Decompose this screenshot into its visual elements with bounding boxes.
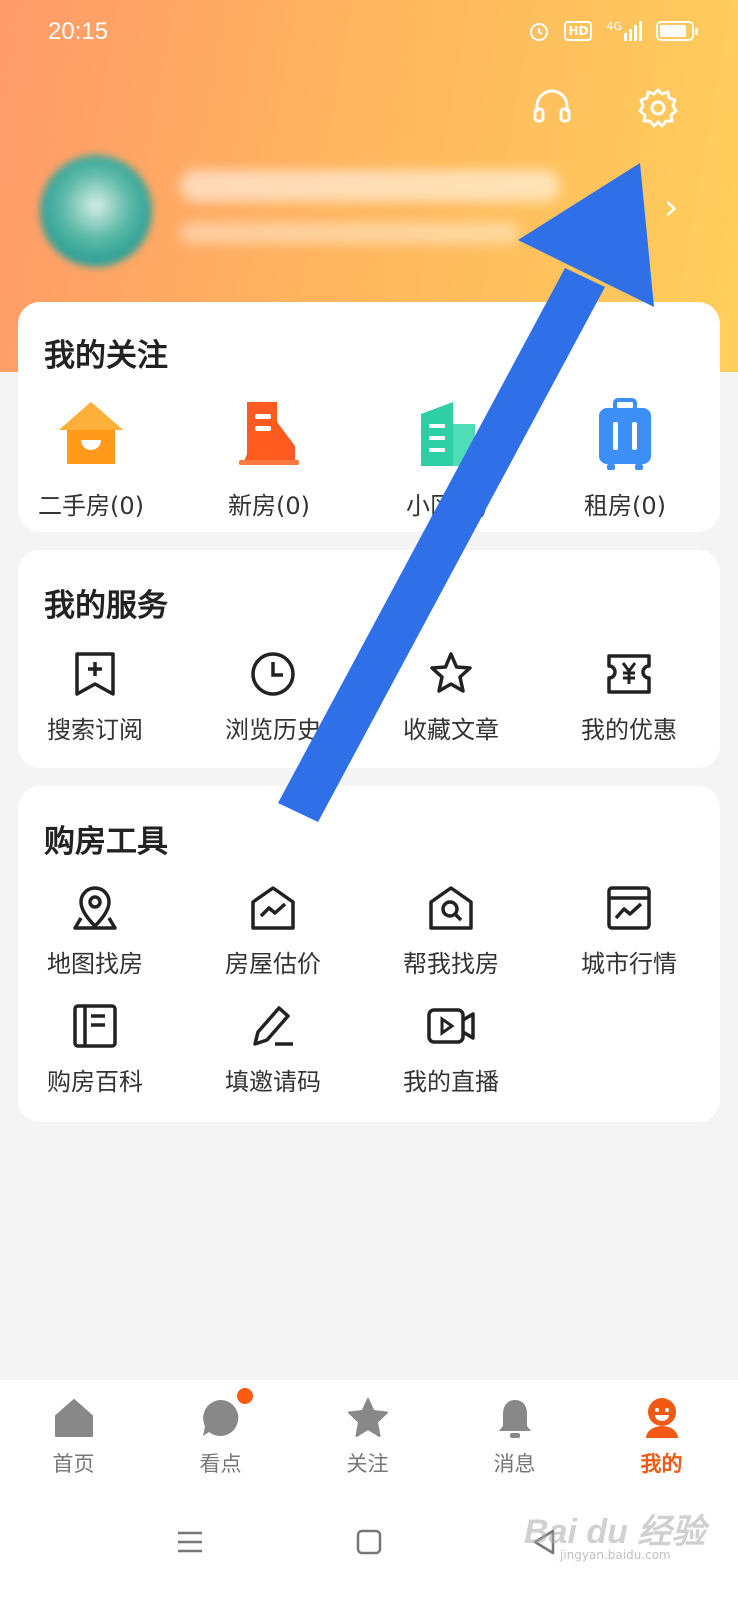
status-bar: 20:15 HD 4G [0, 0, 738, 66]
tool-label: 购房百科 [47, 1068, 143, 1096]
tool-home-valuation[interactable]: 房屋估价 [185, 880, 361, 979]
tab-label: 消息 [493, 1452, 536, 1476]
chat-bubble-icon [202, 1400, 238, 1436]
tab-me[interactable]: 我的 [588, 1380, 735, 1478]
baidu-watermark: Bai du 经验 [524, 1513, 706, 1551]
tab-home[interactable]: 首页 [0, 1380, 147, 1478]
battery-fill [660, 25, 686, 37]
house-search-icon [429, 886, 473, 930]
tool-label: 帮我找房 [403, 950, 499, 978]
follow-item-rental[interactable]: 租房(0) [537, 394, 713, 521]
tool-home-encyclopedia[interactable]: 购房百科 [7, 998, 183, 1097]
follow-item-community[interactable]: 小区(0) [359, 394, 535, 521]
signal-icon: 4G [606, 21, 642, 41]
suitcase-icon [599, 398, 651, 470]
headset-icon [533, 89, 571, 123]
video-icon [427, 1008, 475, 1044]
customer-service-button[interactable] [524, 80, 580, 136]
profile-subtitle-blurred [180, 222, 520, 244]
recent-apps-button[interactable] [160, 1512, 220, 1572]
profile-name-blurred[interactable] [180, 170, 560, 202]
tab-label: 关注 [346, 1452, 389, 1476]
clock-icon [251, 652, 295, 696]
follow-item-label: 租房(0) [584, 492, 666, 520]
tool-city-market[interactable]: 城市行情 [541, 880, 717, 979]
follow-card: 我的关注 二手房(0) 新房(0) 小区(0) 租房(0) [18, 302, 720, 532]
gear-icon [638, 88, 678, 128]
follow-item-resale[interactable]: 二手房(0) [3, 394, 179, 521]
follow-item-label: 小区(0) [406, 492, 488, 520]
service-search-subscription[interactable]: 搜索订阅 [7, 646, 183, 745]
tab-messages[interactable]: 消息 [441, 1380, 588, 1478]
bell-icon [498, 1400, 531, 1438]
star-icon [430, 652, 472, 693]
bottom-tab-bar: 首页 看点 关注 消息 我的 [0, 1380, 738, 1490]
tab-label: 我的 [640, 1452, 683, 1476]
service-saved-articles[interactable]: 收藏文章 [363, 646, 539, 745]
service-label: 搜索订阅 [47, 716, 143, 744]
tool-help-find-home[interactable]: 帮我找房 [363, 880, 539, 979]
tools-card: 购房工具 地图找房 房屋估价 帮我找房 城市行情 购房百科 填邀请码 我的直播 [18, 786, 720, 1122]
bookmark-plus-icon [75, 652, 115, 696]
star-icon [347, 1398, 388, 1437]
hd-icon: HD [564, 21, 593, 41]
follow-title: 我的关注 [44, 338, 168, 374]
smiley-user-icon [645, 1398, 678, 1438]
tool-invite-code[interactable]: 填邀请码 [185, 998, 361, 1097]
profile-chevron-right-icon[interactable]: › [664, 190, 678, 226]
book-icon [73, 1004, 117, 1048]
tool-label: 我的直播 [403, 1068, 499, 1096]
tab-label: 看点 [199, 1452, 242, 1476]
tool-label: 城市行情 [581, 950, 677, 978]
service-browse-history[interactable]: 浏览历史 [185, 646, 361, 745]
service-label: 浏览历史 [225, 716, 321, 744]
tool-my-livestream[interactable]: 我的直播 [363, 998, 539, 1097]
square-icon [356, 1529, 382, 1555]
notification-dot [235, 1386, 255, 1406]
tab-follow[interactable]: 关注 [294, 1380, 441, 1478]
settings-button[interactable] [630, 80, 686, 136]
building-icon [239, 402, 299, 465]
status-icons: HD 4G [528, 20, 698, 42]
services-card: 我的服务 搜索订阅 浏览历史 收藏文章 我的优惠 [18, 550, 720, 768]
tool-label: 地图找房 [47, 950, 143, 978]
follow-item-label: 二手房(0) [38, 492, 144, 520]
tool-label: 填邀请码 [225, 1068, 321, 1096]
menu-icon [178, 1531, 202, 1553]
network-type: 4G [606, 20, 622, 33]
home-icon [54, 1399, 93, 1437]
tab-highlights[interactable]: 看点 [147, 1380, 294, 1478]
pencil-icon [253, 1006, 293, 1046]
follow-item-label: 新房(0) [228, 492, 310, 520]
house-icon [59, 402, 123, 464]
service-label: 我的优惠 [581, 716, 677, 744]
tool-map-search[interactable]: 地图找房 [7, 880, 183, 979]
status-time: 20:15 [48, 18, 109, 45]
house-chart-icon [251, 886, 295, 930]
tools-title: 购房工具 [44, 824, 168, 860]
service-my-coupons[interactable]: 我的优惠 [541, 646, 717, 745]
home-nav-button[interactable] [339, 1512, 399, 1572]
watermark-url: jingyan.baidu.com [560, 1548, 671, 1562]
follow-item-new-home[interactable]: 新房(0) [181, 394, 357, 521]
coupon-icon [607, 654, 651, 694]
services-title: 我的服务 [44, 588, 168, 624]
map-pin-icon [73, 886, 117, 930]
tool-label: 房屋估价 [225, 950, 321, 978]
community-icon [421, 402, 475, 466]
alarm-icon [530, 23, 549, 41]
avatar[interactable] [40, 155, 152, 267]
battery-icon [656, 21, 698, 41]
service-label: 收藏文章 [403, 716, 499, 744]
trend-chart-icon [607, 886, 651, 930]
tab-label: 首页 [52, 1452, 95, 1476]
